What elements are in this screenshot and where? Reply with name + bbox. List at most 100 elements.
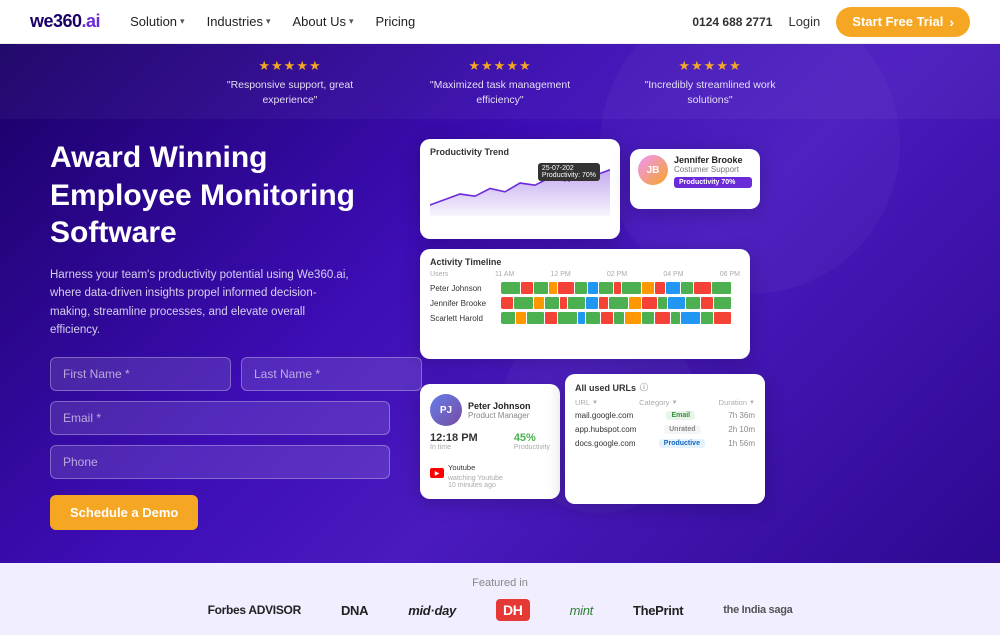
urls-card: All used URLs ⓘ URL ▼ Category ▼ Duratio… (565, 374, 765, 504)
email-input[interactable] (50, 401, 390, 435)
hero-desc: Harness your team's productivity potenti… (50, 266, 350, 340)
users-col-header: Users (430, 271, 495, 278)
nav-item-industries[interactable]: Industries ▾ (207, 14, 271, 29)
peter-card: PJ Peter Johnson Product Manager 12:18 P… (420, 384, 560, 499)
theprint-logo: ThePrint (633, 603, 683, 618)
url-row-2: app.hubspot.com Unrated 2h 10m (575, 425, 755, 434)
urls-header: URL ▼ Category ▼ Duration ▼ (575, 398, 755, 407)
url-name-2: app.hubspot.com (575, 425, 636, 434)
nav-item-solution[interactable]: Solution ▾ (130, 14, 185, 29)
time-col-5: 06 PM (720, 271, 740, 278)
youtube-info: Youtube watching Youtube 10 minutes ago (448, 457, 503, 489)
featured-logos: Forbes ADVISOR DNA mid·day DH mint ThePr… (0, 599, 1000, 621)
peter-pct-label: Productivity (514, 444, 550, 451)
youtube-activity: watching Youtube (448, 475, 503, 482)
url-cat-2: Unrated (664, 425, 700, 434)
chart-tooltip: 25-07-202Productivity: 70% (538, 163, 600, 181)
featured-label: Featured in (0, 577, 1000, 589)
peter-name: Peter Johnson (468, 401, 531, 411)
timeline-row-jennifer: Jennifer Brooke (430, 297, 740, 309)
stars-3: ★★★★★ (635, 58, 785, 74)
time-col-3: 02 PM (607, 271, 627, 278)
first-name-input[interactable] (50, 357, 231, 391)
testimonial-text-1: "Responsive support, great experience" (215, 78, 365, 107)
schedule-button[interactable]: Schedule a Demo (50, 495, 198, 530)
jennifer-info: Jennifer Brooke Costumer Support Product… (674, 155, 752, 188)
hero-left: Award Winning Employee Monitoring Softwa… (50, 139, 390, 530)
jennifer-card: JB Jennifer Brooke Costumer Support Prod… (630, 149, 760, 209)
last-name-input[interactable] (241, 357, 422, 391)
logo[interactable]: we360.ai (30, 11, 100, 32)
stars-2: ★★★★★ (425, 58, 575, 74)
testimonials-bar: ★★★★★ "Responsive support, great experie… (0, 44, 1000, 119)
url-name-3: docs.google.com (575, 439, 635, 448)
timeline-title: Activity Timeline (430, 257, 740, 267)
info-icon: ⓘ (640, 382, 648, 393)
youtube-icon: ▶ (430, 468, 444, 478)
youtube-row: ▶ Youtube watching Youtube 10 minutes ag… (430, 457, 550, 489)
time-col-4: 04 PM (663, 271, 683, 278)
peter-role: Product Manager (468, 411, 531, 420)
nav-item-pricing[interactable]: Pricing (376, 14, 416, 29)
phone-input[interactable] (50, 445, 390, 479)
nav-right: 0124 688 2771 Login Start Free Trial › (692, 7, 970, 37)
timeline-row-scarlett: Scarlett Harold (430, 312, 740, 324)
midday-logo: mid·day (408, 603, 456, 618)
hero-right: Productivity Trend 25-07-202Productivity… (410, 139, 960, 529)
arrow-icon: › (949, 14, 954, 30)
peter-time-label: In time (430, 444, 478, 451)
url-dur-1: 7h 36m (728, 411, 755, 420)
navbar: we360.ai Solution ▾ Industries ▾ About U… (0, 0, 1000, 44)
name-form-row (50, 357, 390, 391)
nav-links: Solution ▾ Industries ▾ About Us ▾ Prici… (130, 14, 692, 29)
chevron-down-icon: ▾ (266, 16, 271, 27)
url-row-3: docs.google.com Productive 1h 56m (575, 439, 755, 448)
timeline-card: Activity Timeline Users 11 AM 12 PM 02 P… (420, 249, 750, 359)
duration-col-header: Duration ▼ (719, 398, 755, 407)
user-label: Jennifer Brooke (430, 299, 495, 308)
dna-logo: DNA (341, 603, 368, 618)
jennifer-avatar: JB (638, 155, 668, 185)
nav-item-about[interactable]: About Us ▾ (292, 14, 353, 29)
hero-main: Award Winning Employee Monitoring Softwa… (0, 119, 1000, 563)
timeline-header: Users 11 AM 12 PM 02 PM 04 PM 06 PM (430, 271, 740, 278)
testimonial-3: ★★★★★ "Incredibly streamlined work solut… (635, 58, 785, 107)
india-saga-logo: the India saga (723, 604, 792, 616)
testimonial-text-2: "Maximized task management efficiency" (425, 78, 575, 107)
timeline-row-peter: Peter Johnson (430, 282, 740, 294)
testimonial-2: ★★★★★ "Maximized task management efficie… (425, 58, 575, 107)
testimonial-1: ★★★★★ "Responsive support, great experie… (215, 58, 365, 107)
productivity-chart: 25-07-202Productivity: 70% (430, 161, 610, 226)
timeline-bar-jennifer (501, 297, 740, 309)
urls-title: All used URLs ⓘ (575, 382, 755, 393)
peter-pct-value: 45% (514, 432, 550, 444)
url-dur-2: 2h 10m (728, 425, 755, 434)
testimonial-text-3: "Incredibly streamlined work solutions" (635, 78, 785, 107)
youtube-label: Youtube (448, 463, 475, 472)
login-button[interactable]: Login (788, 14, 820, 29)
chevron-down-icon: ▾ (349, 16, 354, 27)
hero-title: Award Winning Employee Monitoring Softwa… (50, 139, 390, 252)
forbes-logo: Forbes ADVISOR (208, 603, 301, 617)
productivity-card-title: Productivity Trend (430, 147, 610, 157)
hero-section: ★★★★★ "Responsive support, great experie… (0, 44, 1000, 563)
peter-info: Peter Johnson Product Manager (468, 401, 531, 420)
jennifer-role: Costumer Support (674, 165, 752, 174)
productivity-card: Productivity Trend 25-07-202Productivity… (420, 139, 620, 239)
mint-logo: mint (570, 603, 593, 618)
peter-header: PJ Peter Johnson Product Manager (430, 394, 550, 426)
stars-1: ★★★★★ (215, 58, 365, 74)
time-col-2: 12 PM (551, 271, 571, 278)
url-cat-1: Email (666, 411, 695, 420)
category-col-header: Category ▼ (639, 398, 677, 407)
jennifer-name: Jennifer Brooke (674, 155, 752, 165)
peter-time-value: 12:18 PM (430, 432, 478, 444)
timeline-bar-peter (501, 282, 740, 294)
time-col-1: 11 AM (495, 271, 514, 278)
trial-button[interactable]: Start Free Trial › (836, 7, 970, 37)
url-cat-3: Productive (659, 439, 705, 448)
url-name-1: mail.google.com (575, 411, 633, 420)
youtube-ago: 10 minutes ago (448, 482, 503, 489)
timeline-bar-scarlett (501, 312, 740, 324)
user-label: Peter Johnson (430, 284, 495, 293)
